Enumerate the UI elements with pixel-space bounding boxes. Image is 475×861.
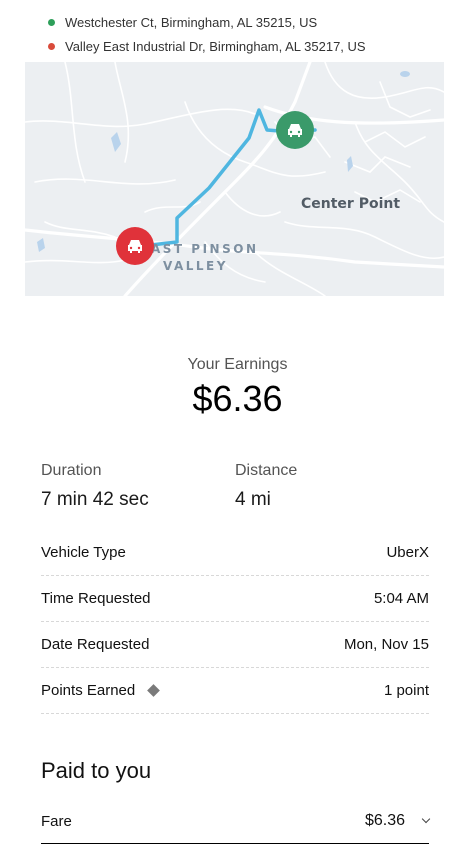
dropoff-dot-icon [48, 42, 55, 50]
detail-value: Mon, Nov 15 [343, 635, 429, 653]
detail-label: Time Requested [41, 589, 151, 607]
earnings-label: Your Earnings [187, 356, 288, 373]
dropoff-address: Valley East Industrial Dr, Birmingham, A… [65, 38, 366, 54]
duration-value: 7 min 42 sec [41, 489, 149, 510]
detail-value: 5:04 AM [373, 589, 429, 607]
map-label-pinson-2: VALLEY [163, 259, 228, 273]
fare-value: $6.36 [364, 812, 405, 829]
detail-value: UberX [386, 543, 429, 561]
route-map[interactable]: Center Point AST PINSON VALLEY [25, 62, 444, 296]
pickup-row: Westchester Ct, Birmingham, AL 35215, US [48, 12, 317, 32]
detail-label: Date Requested [41, 635, 150, 653]
pickup-address: Westchester Ct, Birmingham, AL 35215, US [65, 14, 318, 30]
detail-label: Points Earned [41, 681, 136, 699]
trip-addresses: Westchester Ct, Birmingham, AL 35215, US… [0, 0, 475, 62]
detail-row-date-requested: Date Requested Mon, Nov 15 [41, 621, 429, 667]
detail-row-time-requested: Time Requested 5:04 AM [41, 575, 429, 621]
map-label-center-point: Center Point [301, 196, 401, 212]
detail-row-points-earned: Points Earned 1 point [41, 667, 429, 713]
detail-value: 1 point [383, 681, 429, 699]
distance-value: 4 mi [235, 489, 271, 510]
dropoff-row: Valley East Industrial Dr, Birmingham, A… [48, 36, 366, 56]
detail-row-vehicle-type: Vehicle Type UberX [41, 529, 429, 575]
map-label-pinson-1: AST PINSON [151, 242, 259, 256]
pickup-dot-icon [48, 18, 55, 26]
fare-right: $6.36 [364, 812, 431, 830]
car-icon [128, 240, 142, 253]
map-canvas [25, 62, 444, 296]
distance-label: Distance [235, 462, 298, 479]
duration-label: Duration [41, 462, 102, 479]
pickup-marker[interactable] [276, 111, 314, 149]
car-icon [288, 124, 302, 137]
paid-to-you-heading: Paid to you [41, 758, 152, 783]
fare-row[interactable]: Fare $6.36 [41, 804, 431, 838]
fare-label: Fare [41, 812, 72, 830]
detail-label-points: Points Earned [41, 681, 161, 699]
chevron-down-icon[interactable] [421, 814, 431, 824]
row-divider [41, 713, 429, 714]
diamond-icon[interactable] [147, 683, 161, 697]
dropoff-marker[interactable] [116, 227, 154, 265]
fare-underline [41, 843, 429, 844]
detail-label: Vehicle Type [41, 543, 126, 561]
earnings-value: $6.36 [192, 378, 283, 419]
